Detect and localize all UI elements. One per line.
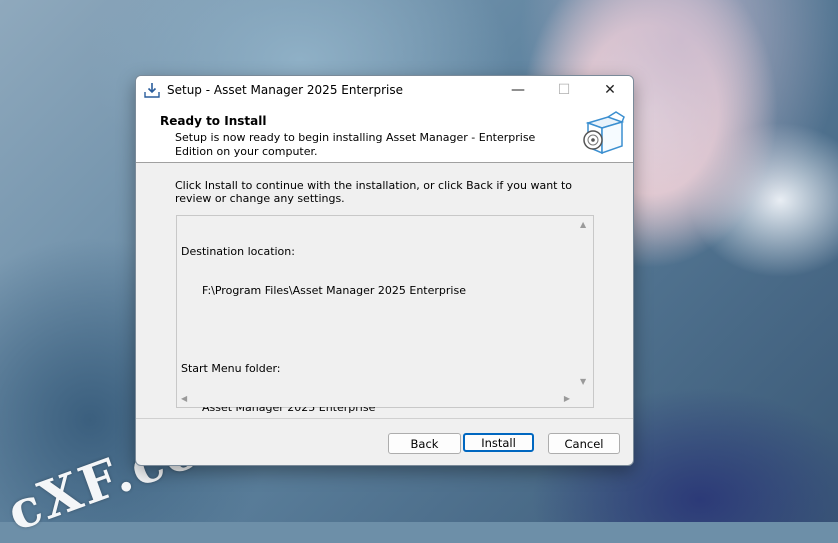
setup-download-icon [144, 83, 160, 98]
summary-memo[interactable]: Destination location: F:\Program Files\A… [176, 215, 594, 414]
page-description: Setup is now ready to begin installing A… [175, 131, 536, 158]
scroll-left-arrow-icon[interactable]: ◀ [181, 394, 187, 403]
button-divider [136, 418, 633, 419]
scroll-up-arrow-icon[interactable]: ▲ [580, 220, 586, 229]
close-button[interactable]: ✕ [587, 76, 633, 104]
memo-line [181, 323, 571, 336]
cancel-button[interactable]: Cancel [548, 433, 620, 454]
horizontal-scrollbar[interactable]: ◀ ▶ [177, 390, 576, 407]
wizard-header: Ready to Install Setup is now ready to b… [136, 104, 633, 163]
software-box-disc-icon [583, 111, 625, 155]
minimize-button[interactable]: — [495, 76, 541, 104]
vertical-scrollbar[interactable]: ▲ ▼ [576, 216, 593, 390]
back-button[interactable]: Back [388, 433, 461, 454]
instruction-text: Click Install to continue with the insta… [175, 179, 573, 205]
memo-line: Destination location: [181, 245, 295, 258]
scroll-down-arrow-icon[interactable]: ▼ [580, 377, 586, 386]
install-button[interactable]: Install [463, 433, 534, 452]
maximize-button[interactable]: ☐ [541, 76, 587, 104]
memo-line: F:\Program Files\Asset Manager 2025 Ente… [181, 284, 466, 297]
page-title: Ready to Install [160, 114, 267, 128]
scroll-right-arrow-icon[interactable]: ▶ [564, 394, 570, 403]
window-title: Setup - Asset Manager 2025 Enterprise [167, 83, 403, 97]
title-bar[interactable]: Setup - Asset Manager 2025 Enterprise — … [136, 76, 633, 104]
memo-line: Start Menu folder: [181, 362, 281, 375]
setup-window: Setup - Asset Manager 2025 Enterprise — … [135, 75, 634, 466]
memo-content: Destination location: F:\Program Files\A… [181, 219, 571, 414]
